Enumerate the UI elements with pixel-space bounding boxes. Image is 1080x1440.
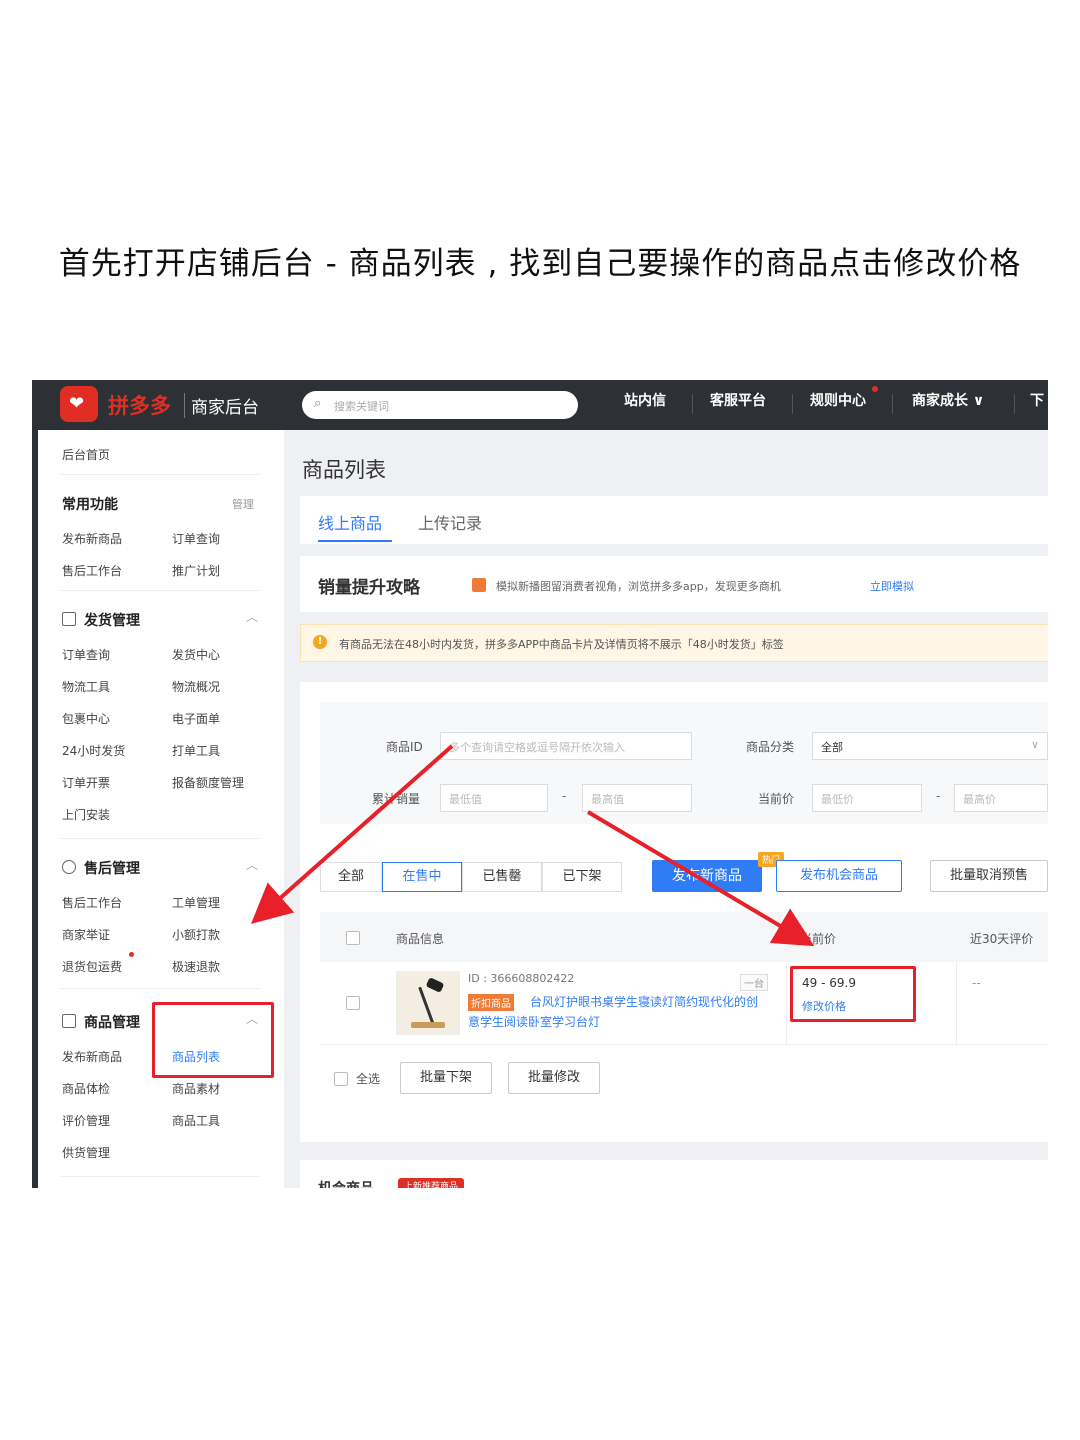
tutorial-caption: 首先打开店铺后台 - 商品列表 , 找到自己要操作的商品点击修改价格 (58, 246, 1022, 282)
arrow-to-price (586, 810, 815, 947)
merchant-backend-screenshot: ❤ 拼多多 商家后台 ⌕ 搜索关键词 站内信 客服平台 规则中心 商家成长 ∨ … (32, 380, 1048, 1188)
arrow-to-goods-list (251, 744, 454, 924)
annotation-arrows (251, 744, 815, 947)
